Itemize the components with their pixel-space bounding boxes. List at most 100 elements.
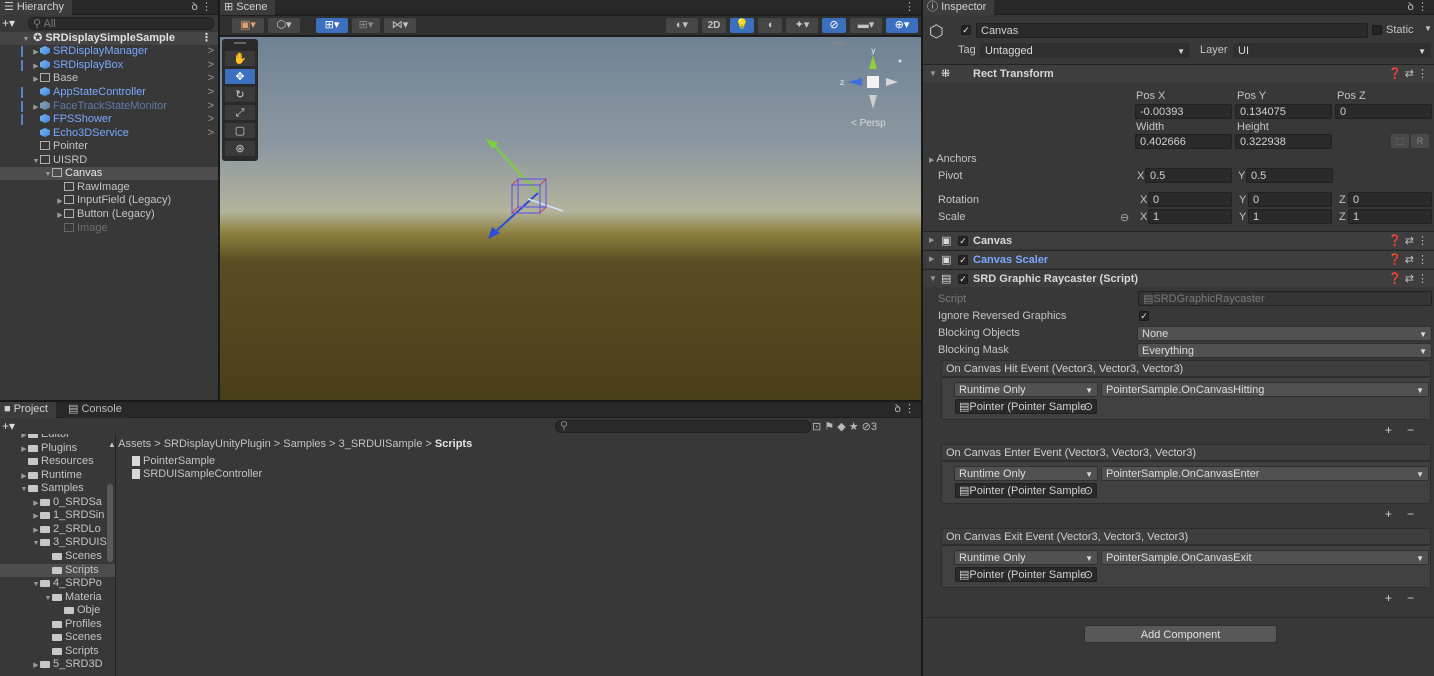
help-settings-icons[interactable]: ❓ ⇄ ⋮: [1388, 251, 1428, 269]
overlay-handle[interactable]: [832, 42, 846, 45]
hierarchy-item[interactable]: ▼ UISRD: [0, 154, 218, 167]
rotation-x-field[interactable]: 0: [1148, 192, 1232, 207]
project-tree-item[interactable]: Profiles: [0, 618, 115, 631]
add-asset-button[interactable]: +▾: [2, 419, 15, 433]
remove-listener-button[interactable]: −: [1407, 423, 1414, 437]
tab-hierarchy[interactable]: ☰ Hierarchy: [0, 0, 72, 15]
expand-arrow-icon[interactable]: ▼: [32, 537, 40, 550]
rect-transform-header[interactable]: ▼ ⁜ Rect Transform ❓ ⇄ ⋮: [923, 64, 1434, 82]
lock-icon[interactable]: ꝺ ⋮: [1407, 0, 1428, 15]
project-tree-item[interactable]: Resources: [0, 455, 115, 468]
scale-y-field[interactable]: 1: [1248, 209, 1332, 224]
expand-arrow-icon[interactable]: ▼: [20, 483, 28, 496]
expand-arrow-icon[interactable]: ▼: [44, 168, 52, 181]
tab-inspector[interactable]: ⓘ Inspector: [923, 0, 995, 15]
enabled-checkbox[interactable]: ✓: [958, 274, 968, 284]
expand-arrow-icon[interactable]: ▶: [56, 209, 64, 222]
expand-arrow-icon[interactable]: ▼: [44, 592, 52, 605]
enabled-checkbox[interactable]: ✓: [958, 255, 968, 265]
enabled-checkbox[interactable]: ✓: [958, 236, 968, 246]
object-picker-icon[interactable]: ⊙: [1084, 400, 1093, 413]
audio-toggle[interactable]: ◖: [758, 18, 782, 33]
active-checkbox[interactable]: ✓: [961, 25, 971, 35]
project-tree-item[interactable]: ▼ 4_SRDPo: [0, 577, 115, 590]
grid-snap-button[interactable]: ⊞▾: [316, 18, 348, 33]
pos-x-field[interactable]: -0.00393: [1135, 104, 1232, 119]
persp-label[interactable]: < Persp: [851, 118, 886, 129]
expand-arrow-icon[interactable]: ▶: [56, 195, 64, 208]
hierarchy-item[interactable]: ▶ FaceTrackStateMonitor >: [0, 100, 218, 113]
rotate-tool-icon[interactable]: ↻: [225, 87, 255, 103]
project-tree-item[interactable]: ▶ Editor: [0, 434, 115, 441]
project-tree-item[interactable]: ▼ 3_SRDUIS: [0, 536, 115, 549]
help-settings-icons[interactable]: ❓ ⇄ ⋮: [1388, 270, 1428, 288]
event-mode-dropdown[interactable]: Runtime Only ▼: [954, 466, 1098, 481]
object-picker-icon[interactable]: ⊙: [1084, 568, 1093, 581]
scene-row[interactable]: ▼ ✪ SRDisplaySimpleSample ⋮: [0, 32, 218, 45]
breadcrumb-item[interactable]: SRDisplayUnityPlugin: [164, 438, 271, 450]
event-function-dropdown[interactable]: PointerSample.OnCanvasEnter ▼: [1101, 466, 1429, 481]
event-target-object-field[interactable]: ▤Pointer (Pointer Sample ⊙: [955, 483, 1097, 498]
chevron-right-icon[interactable]: >: [208, 86, 214, 99]
expand-arrow-icon[interactable]: ▶: [32, 510, 40, 523]
chevron-right-icon[interactable]: >: [208, 113, 214, 126]
hierarchy-item[interactable]: ▼ Canvas: [0, 167, 218, 180]
width-field[interactable]: 0.402666: [1135, 134, 1232, 149]
blocking-mask-dropdown[interactable]: Everything ▼: [1137, 343, 1432, 358]
chevron-right-icon[interactable]: >: [208, 127, 214, 140]
gizmos-button[interactable]: ⊕▾: [886, 18, 918, 33]
help-settings-icons[interactable]: ❓ ⇄ ⋮: [1388, 232, 1428, 250]
tree-scrollbar[interactable]: [107, 484, 113, 562]
event-mode-dropdown[interactable]: Runtime Only ▼: [954, 382, 1098, 397]
event-function-dropdown[interactable]: PointerSample.OnCanvasHitting ▼: [1101, 382, 1429, 397]
hierarchy-item[interactable]: RawImage: [0, 181, 218, 194]
anchors-label[interactable]: ▶ Anchors: [929, 153, 977, 165]
expand-arrow-icon[interactable]: ▶: [32, 73, 40, 86]
tab-project[interactable]: ■ Project: [0, 402, 56, 418]
static-checkbox[interactable]: [1372, 25, 1382, 35]
hierarchy-item[interactable]: FPSShower >: [0, 113, 218, 126]
project-tree-item[interactable]: Scripts: [0, 645, 115, 658]
scene-viewport[interactable]: ✋ ✥ ↻ ⤢ ▢ ⊛ y z < Persp: [220, 37, 921, 400]
hierarchy-item[interactable]: ▶ SRDisplayManager >: [0, 45, 218, 58]
layer-dropdown[interactable]: UI ▼: [1233, 43, 1431, 58]
pivot-x-field[interactable]: 0.5: [1145, 168, 1232, 183]
project-tree-item[interactable]: ▶ Plugins: [0, 442, 115, 455]
project-tree-item[interactable]: ▶ 1_SRDSin: [0, 509, 115, 522]
shading-button[interactable]: ◐▾: [666, 18, 698, 33]
expand-arrow-icon[interactable]: ▶: [32, 659, 40, 672]
hierarchy-item[interactable]: Echo3DService >: [0, 127, 218, 140]
expand-arrow-icon[interactable]: ▶: [32, 497, 40, 510]
orientation-gizmo[interactable]: y z: [838, 47, 908, 117]
search-input[interactable]: ⚲ All: [28, 17, 214, 30]
breadcrumb-item[interactable]: 3_SRDUISample: [339, 438, 423, 450]
project-tree-item[interactable]: ▶ Runtime: [0, 469, 115, 482]
help-settings-icons[interactable]: ❓ ⇄ ⋮: [1388, 65, 1428, 83]
tab-scene[interactable]: ⊞ Scene: [220, 0, 276, 15]
canvas-scaler-header[interactable]: ▶ ▣ ✓ Canvas Scaler ❓ ⇄ ⋮: [923, 250, 1434, 268]
link-icon[interactable]: ⊖: [1120, 211, 1129, 224]
project-tree-item[interactable]: Scenes: [0, 631, 115, 644]
add-component-button[interactable]: Add Component: [1084, 625, 1277, 643]
hierarchy-item[interactable]: ▶ InputField (Legacy): [0, 194, 218, 207]
cube-mode-button[interactable]: ⬡▾: [268, 18, 300, 33]
lighting-toggle[interactable]: 💡: [730, 18, 754, 33]
object-name-field[interactable]: Canvas: [976, 23, 1368, 38]
add-listener-button[interactable]: +: [1385, 423, 1392, 437]
project-search-input[interactable]: ⚲: [555, 420, 811, 433]
scale-tool-icon[interactable]: ⤢: [225, 105, 255, 121]
event-target-object-field[interactable]: ▤Pointer (Pointer Sample ⊙: [955, 399, 1097, 414]
static-dropdown-icon[interactable]: ▼: [1424, 24, 1432, 33]
raw-edit-button[interactable]: R: [1411, 134, 1429, 148]
canvas-object-gizmo[interactable]: [478, 135, 578, 245]
hierarchy-item[interactable]: AppStateController >: [0, 86, 218, 99]
add-button[interactable]: +▾: [2, 16, 15, 30]
event-target-object-field[interactable]: ▤Pointer (Pointer Sample ⊙: [955, 567, 1097, 582]
menu-icon[interactable]: ⋮: [904, 0, 915, 15]
scale-x-field[interactable]: 1: [1148, 209, 1232, 224]
file-item[interactable]: SRDUISampleController: [132, 468, 921, 481]
transform-tool-icon[interactable]: ⊛: [225, 141, 255, 157]
lock-icon[interactable]: ꝺ ⋮: [191, 0, 212, 15]
move-tool-icon[interactable]: ✥: [225, 69, 255, 85]
mode-2d-button[interactable]: 2D: [702, 18, 726, 33]
